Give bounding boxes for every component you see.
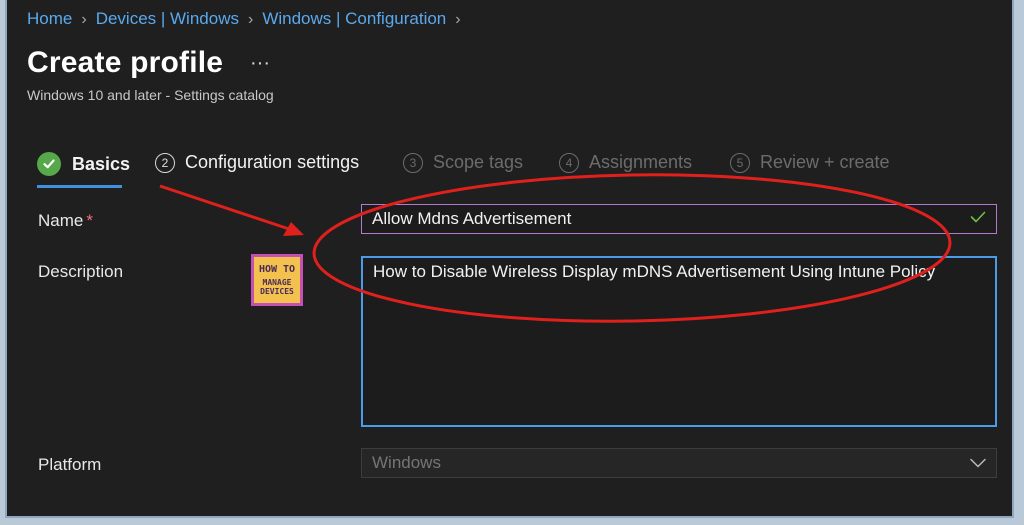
platform-value: Windows xyxy=(372,453,441,472)
more-options-button[interactable]: ··· xyxy=(250,52,270,75)
how-to-manage-devices-logo: HOW TO MANAGE DEVICES xyxy=(251,254,303,306)
active-step-indicator xyxy=(37,185,122,188)
step-label: Configuration settings xyxy=(185,152,360,172)
description-field[interactable]: How to Disable Wireless Display mDNS Adv… xyxy=(361,256,997,427)
platform-label: Platform xyxy=(38,455,102,474)
name-label-text: Name xyxy=(38,211,84,230)
name-label: Name * xyxy=(38,211,93,231)
step-number: 3 xyxy=(403,152,423,173)
step-number: 4 xyxy=(559,152,579,173)
chevron-right-icon: › xyxy=(247,11,254,28)
name-value: Allow Mdns Advertisement xyxy=(372,209,572,228)
name-field[interactable]: Allow Mdns Advertisement xyxy=(361,204,997,234)
tab-review-create: 5 Review + create xyxy=(730,152,890,173)
breadcrumb-devices-windows[interactable]: Devices | Windows xyxy=(96,9,239,28)
tab-scope-tags: 3 Scope tags xyxy=(403,152,523,173)
page-title: Create profile xyxy=(27,46,224,79)
breadcrumb-home[interactable]: Home xyxy=(27,9,72,28)
logo-line-1: HOW TO xyxy=(258,263,296,275)
tab-assignments: 4 Assignments xyxy=(559,152,692,173)
step-label: Scope tags xyxy=(433,152,524,172)
logo-line-2: MANAGE xyxy=(262,277,292,287)
logo-line-3: DEVICES xyxy=(260,286,294,296)
chevron-right-icon: › xyxy=(81,11,87,28)
required-marker: * xyxy=(86,211,93,230)
platform-select[interactable]: Windows xyxy=(361,448,997,478)
step-label: Basics xyxy=(72,153,131,174)
tab-configuration-settings[interactable]: 2 Configuration settings xyxy=(155,152,359,173)
step-number: 2 xyxy=(155,152,175,173)
tab-basics[interactable]: Basics xyxy=(37,152,131,188)
check-circle-icon xyxy=(37,152,61,176)
description-value: How to Disable Wireless Display mDNS Adv… xyxy=(373,262,936,281)
chevron-right-icon: › xyxy=(455,11,461,28)
step-number: 5 xyxy=(730,152,750,173)
create-profile-blade: Home › Devices | Windows › Windows | Configu… xyxy=(5,0,1014,518)
description-label: Description xyxy=(38,262,124,281)
wizard-steps: Basics 2 Configuration settings 3 Scope … xyxy=(37,152,937,188)
checkmark-icon xyxy=(970,209,986,229)
breadcrumb-windows-configuration[interactable]: Windows | Configuration xyxy=(262,9,446,28)
chevron-down-icon xyxy=(970,453,986,473)
breadcrumb: Home › Devices | Windows › Windows | Configu… xyxy=(27,9,470,29)
page-subtitle: Windows 10 and later - Settings catalog xyxy=(27,87,274,103)
step-label: Review + create xyxy=(760,152,890,172)
step-label: Assignments xyxy=(589,152,693,172)
